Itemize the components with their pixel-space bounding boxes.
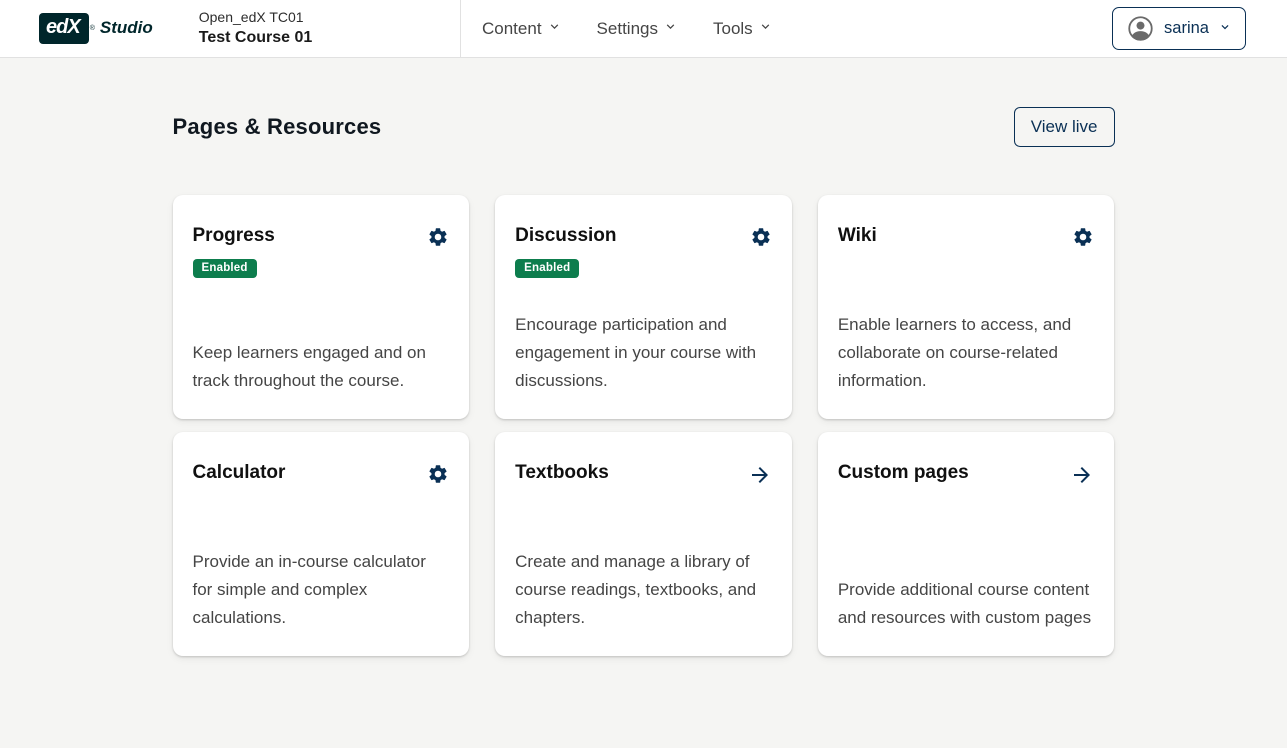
studio-wordmark: Studio [100,18,153,38]
card-description: Keep learners engaged and on track throu… [193,339,450,395]
user-menu-button[interactable]: sarina [1112,7,1246,50]
header-divider [460,0,461,57]
card-discussion[interactable]: Discussion Enabled Encourage participati… [495,195,792,419]
gear-icon[interactable] [750,226,772,248]
card-header: Discussion [515,225,772,248]
main-nav: Content Settings Tools [482,11,773,47]
card-header: Wiki [838,225,1095,248]
enabled-badge: Enabled [193,259,257,278]
pages-resources-content: Pages & Resources View live Progress Ena… [173,107,1115,656]
header-left-section: edX ® Studio Open_edX TC01 Test Course 0… [39,8,460,48]
pages-cards-grid: Progress Enabled Keep learners engaged a… [173,195,1115,656]
card-header: Calculator [193,462,450,485]
card-wiki[interactable]: Wiki Enable learners to access, and coll… [818,195,1115,419]
card-title: Discussion [515,225,616,247]
card-header: Progress [193,225,450,248]
app-header: edX ® Studio Open_edX TC01 Test Course 0… [0,0,1287,58]
card-textbooks[interactable]: Textbooks Create and manage a library of… [495,432,792,656]
chevron-down-icon [547,19,562,39]
card-header: Custom pages [838,462,1095,487]
arrow-right-icon[interactable] [1070,463,1094,487]
card-title: Wiki [838,225,877,247]
chevron-down-icon [663,19,678,39]
card-title: Textbooks [515,462,609,484]
card-custom-pages[interactable]: Custom pages Provide additional course c… [818,432,1115,656]
card-description: Encourage participation and engagement i… [515,311,772,395]
registered-mark: ® [90,25,95,32]
card-title: Custom pages [838,462,969,484]
nav-tools-menu[interactable]: Tools [713,11,773,47]
avatar-icon [1126,14,1155,43]
nav-tools-label: Tools [713,19,753,39]
card-description: Enable learners to access, and collabora… [838,311,1095,395]
arrow-right-icon[interactable] [748,463,772,487]
page-title: Pages & Resources [173,114,382,140]
course-info: Open_edX TC01 Test Course 01 [199,8,313,48]
gear-icon[interactable] [1072,226,1094,248]
nav-content-menu[interactable]: Content [482,11,562,47]
enabled-badge: Enabled [515,259,579,278]
course-title: Test Course 01 [199,27,313,49]
nav-settings-label: Settings [597,19,658,39]
card-progress[interactable]: Progress Enabled Keep learners engaged a… [173,195,470,419]
chevron-down-icon [1218,20,1232,37]
username-label: sarina [1164,19,1209,38]
gear-icon[interactable] [427,463,449,485]
card-title: Calculator [193,462,286,484]
chevron-down-icon [758,19,773,39]
card-title: Progress [193,225,275,247]
edx-logo-mark: edX [39,13,89,44]
card-description: Provide an in-course calculator for simp… [193,548,450,632]
nav-settings-menu[interactable]: Settings [597,11,678,47]
card-description: Create and manage a library of course re… [515,548,772,632]
view-live-button[interactable]: View live [1014,107,1115,147]
course-org-number: Open_edX TC01 [199,8,313,27]
page-title-row: Pages & Resources View live [173,107,1115,147]
edx-studio-logo[interactable]: edX ® Studio [39,13,153,44]
card-description: Provide additional course content and re… [838,576,1095,632]
card-calculator[interactable]: Calculator Provide an in-course calculat… [173,432,470,656]
gear-icon[interactable] [427,226,449,248]
nav-content-label: Content [482,19,542,39]
card-header: Textbooks [515,462,772,487]
